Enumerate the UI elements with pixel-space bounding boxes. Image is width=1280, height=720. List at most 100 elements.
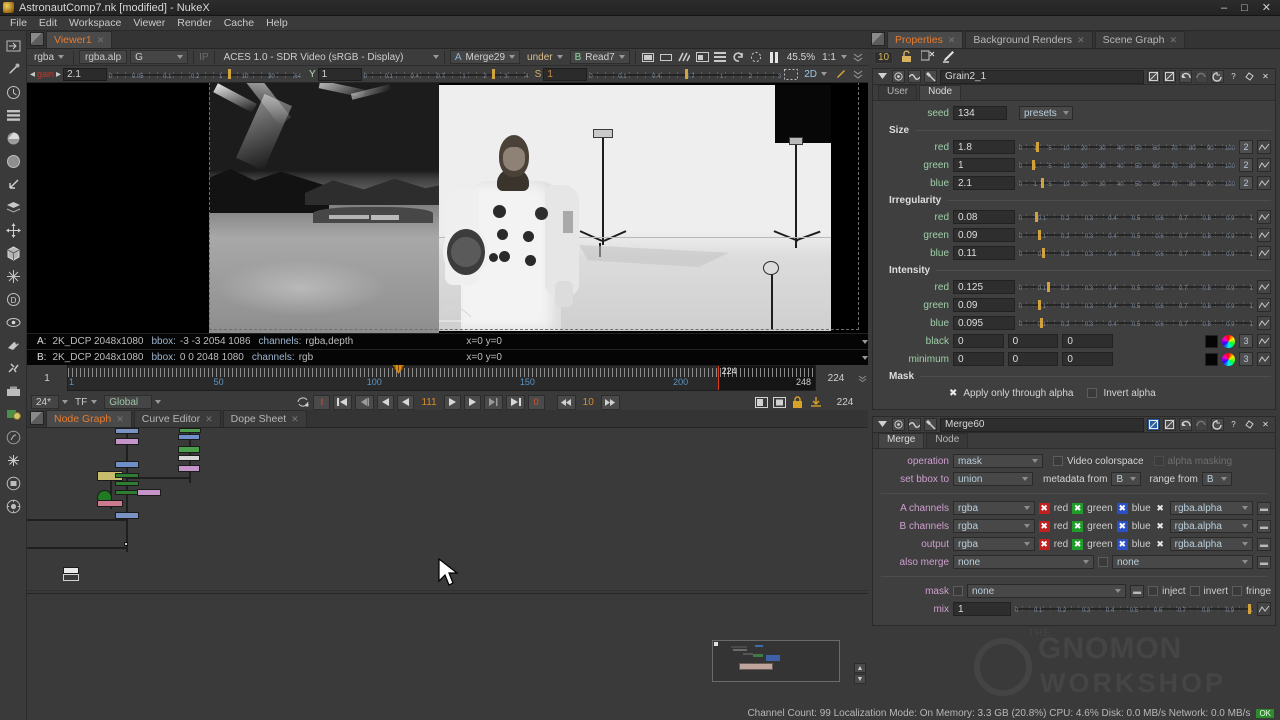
- edit-icon[interactable]: [942, 50, 956, 66]
- time-nodes-icon[interactable]: [3, 81, 24, 103]
- ip-label[interactable]: IP: [199, 52, 208, 63]
- menu-item-render[interactable]: Render: [171, 16, 217, 30]
- unlock-icon[interactable]: [900, 50, 914, 66]
- close-icon[interactable]: ✕: [97, 35, 105, 46]
- channel-dropdown[interactable]: G: [130, 50, 188, 64]
- also-merge-menu-button[interactable]: ▬: [1257, 556, 1271, 569]
- chevron-down-icon[interactable]: [62, 400, 68, 404]
- black-animation-icon[interactable]: [1257, 334, 1271, 348]
- a-red-checkbox[interactable]: ✖: [1039, 503, 1050, 514]
- out-point-marker[interactable]: [718, 366, 719, 390]
- intensity-green-slider[interactable]: 00.10.20.30.40.50.60.70.80.91: [1019, 298, 1253, 312]
- proxy-mode-dropdown[interactable]: 2D: [800, 67, 831, 81]
- furnace-nodes-icon[interactable]: [3, 472, 24, 494]
- mask-enable-checkbox[interactable]: [953, 586, 963, 596]
- panel-grip-icon[interactable]: [871, 32, 885, 46]
- nodegraph-scroll-controls[interactable]: ▲ ▼: [854, 663, 866, 684]
- pause-icon[interactable]: [767, 50, 782, 64]
- output-red-checkbox[interactable]: ✖: [1039, 539, 1050, 550]
- gain-next-icon[interactable]: ▸: [56, 69, 61, 80]
- irregularity-blue-field[interactable]: 0.11: [953, 246, 1015, 260]
- irregularity-red-animation-icon[interactable]: [1257, 210, 1271, 224]
- node-pink-wide[interactable]: [137, 489, 161, 496]
- refresh-icon[interactable]: [731, 50, 746, 64]
- step-back-icon[interactable]: [557, 395, 576, 410]
- tab-properties[interactable]: Properties ✕: [887, 31, 963, 48]
- input-b-dropdown[interactable]: B Read7: [570, 50, 630, 64]
- draw-nodes-icon[interactable]: [3, 58, 24, 80]
- black-color-swatch[interactable]: [1205, 335, 1218, 348]
- close-icon[interactable]: ✕: [1259, 70, 1272, 83]
- frame-out-field[interactable]: 224: [816, 365, 856, 391]
- close-icon[interactable]: ✕: [291, 414, 299, 425]
- float-icon[interactable]: [1243, 418, 1256, 431]
- revert-icon[interactable]: [1211, 70, 1224, 83]
- fringe-checkbox[interactable]: [1232, 586, 1242, 596]
- sync-icon[interactable]: [295, 395, 310, 409]
- also-merge-checkbox[interactable]: [1098, 557, 1108, 567]
- redo-icon[interactable]: [1195, 70, 1208, 83]
- slider-handle[interactable]: [685, 69, 688, 79]
- goto-end-icon[interactable]: [506, 395, 525, 410]
- menu-item-viewer[interactable]: Viewer: [127, 16, 171, 30]
- timeline-ruler[interactable]: 1 50 100 150 200 224 248: [67, 365, 816, 391]
- size-green-slider[interactable]: 015102030405060708090100: [1019, 158, 1235, 172]
- grain-tab-node[interactable]: Node: [919, 85, 961, 100]
- close-button[interactable]: ✕: [1262, 3, 1271, 13]
- node-blue-mid[interactable]: [115, 461, 139, 468]
- node-blue-right[interactable]: [178, 434, 200, 440]
- size-blue-field[interactable]: 2.1: [953, 176, 1015, 190]
- maximize-button[interactable]: □: [1241, 3, 1248, 13]
- checker-icon[interactable]: [677, 50, 692, 64]
- output-icon[interactable]: [808, 395, 823, 409]
- deep-nodes-icon[interactable]: D: [3, 288, 24, 310]
- node-green-c[interactable]: [115, 490, 139, 495]
- deep-image-icon[interactable]: [3, 311, 24, 333]
- color-wheel-icon[interactable]: [1222, 353, 1235, 366]
- node-white-right[interactable]: [178, 455, 200, 461]
- invert-alpha-checkbox[interactable]: [1087, 388, 1097, 398]
- size-red-field[interactable]: 1.8: [953, 140, 1015, 154]
- mask-icon[interactable]: [908, 70, 921, 83]
- operation-dropdown[interactable]: mask: [953, 454, 1043, 468]
- chevron-down-icon[interactable]: [433, 55, 439, 59]
- minimum-field-r[interactable]: 0: [953, 352, 1004, 366]
- metadata-from-dropdown[interactable]: B: [1111, 472, 1141, 486]
- help-icon[interactable]: ?: [1227, 70, 1240, 83]
- invert-checkbox[interactable]: [1190, 586, 1200, 596]
- wipe-icon[interactable]: [641, 50, 656, 64]
- merge-node-name-field[interactable]: Merge60: [940, 418, 1144, 432]
- node-viewer-body[interactable]: [63, 574, 79, 581]
- layer-field[interactable]: rgba.alp: [79, 50, 127, 64]
- color-swatch-icon[interactable]: [892, 418, 905, 431]
- seed-field[interactable]: 134: [953, 106, 1007, 120]
- frame-in-field[interactable]: 1: [27, 365, 67, 391]
- a-alpha-dropdown[interactable]: rgba.alpha: [1170, 501, 1253, 515]
- input-a-dropdown[interactable]: A Merge29: [450, 50, 520, 64]
- minimum-channel-count[interactable]: 3: [1239, 352, 1253, 366]
- chevron-down-icon[interactable]: [155, 400, 161, 404]
- scroll-up-icon[interactable]: ▲: [854, 663, 866, 673]
- frame-range-icon[interactable]: [772, 395, 787, 409]
- range-from-dropdown[interactable]: B: [1202, 472, 1232, 486]
- scroll-down-icon[interactable]: ▼: [854, 674, 866, 684]
- cara-vr-icon[interactable]: [3, 495, 24, 517]
- fx-nodes-icon[interactable]: [3, 449, 24, 471]
- mix-slider[interactable]: 00.10.20.30.40.50.60.70.80.91: [1015, 602, 1253, 616]
- menu-item-edit[interactable]: Edit: [33, 16, 63, 30]
- playhead-marker[interactable]: [393, 365, 404, 378]
- toolsets-icon[interactable]: [3, 380, 24, 402]
- filter-nodes-icon[interactable]: [3, 150, 24, 172]
- size-green-animation-icon[interactable]: [1257, 158, 1271, 172]
- merge-nodes-icon[interactable]: [3, 196, 24, 218]
- output-dropdown[interactable]: rgba: [953, 537, 1035, 551]
- node-pink-1[interactable]: [115, 438, 139, 445]
- a-blue-checkbox[interactable]: ✖: [1117, 503, 1128, 514]
- intensity-blue-slider[interactable]: 00.10.20.30.40.50.60.70.80.91: [1019, 316, 1253, 330]
- stereo-slider[interactable]: 00.10.40.7123: [589, 68, 781, 81]
- output-channels-menu-button[interactable]: ▬: [1257, 538, 1271, 551]
- wrench-icon[interactable]: [924, 70, 937, 83]
- step-forward-icon[interactable]: [601, 395, 620, 410]
- chevron-down-icon[interactable]: [841, 55, 847, 59]
- metadata-icon[interactable]: [3, 357, 24, 379]
